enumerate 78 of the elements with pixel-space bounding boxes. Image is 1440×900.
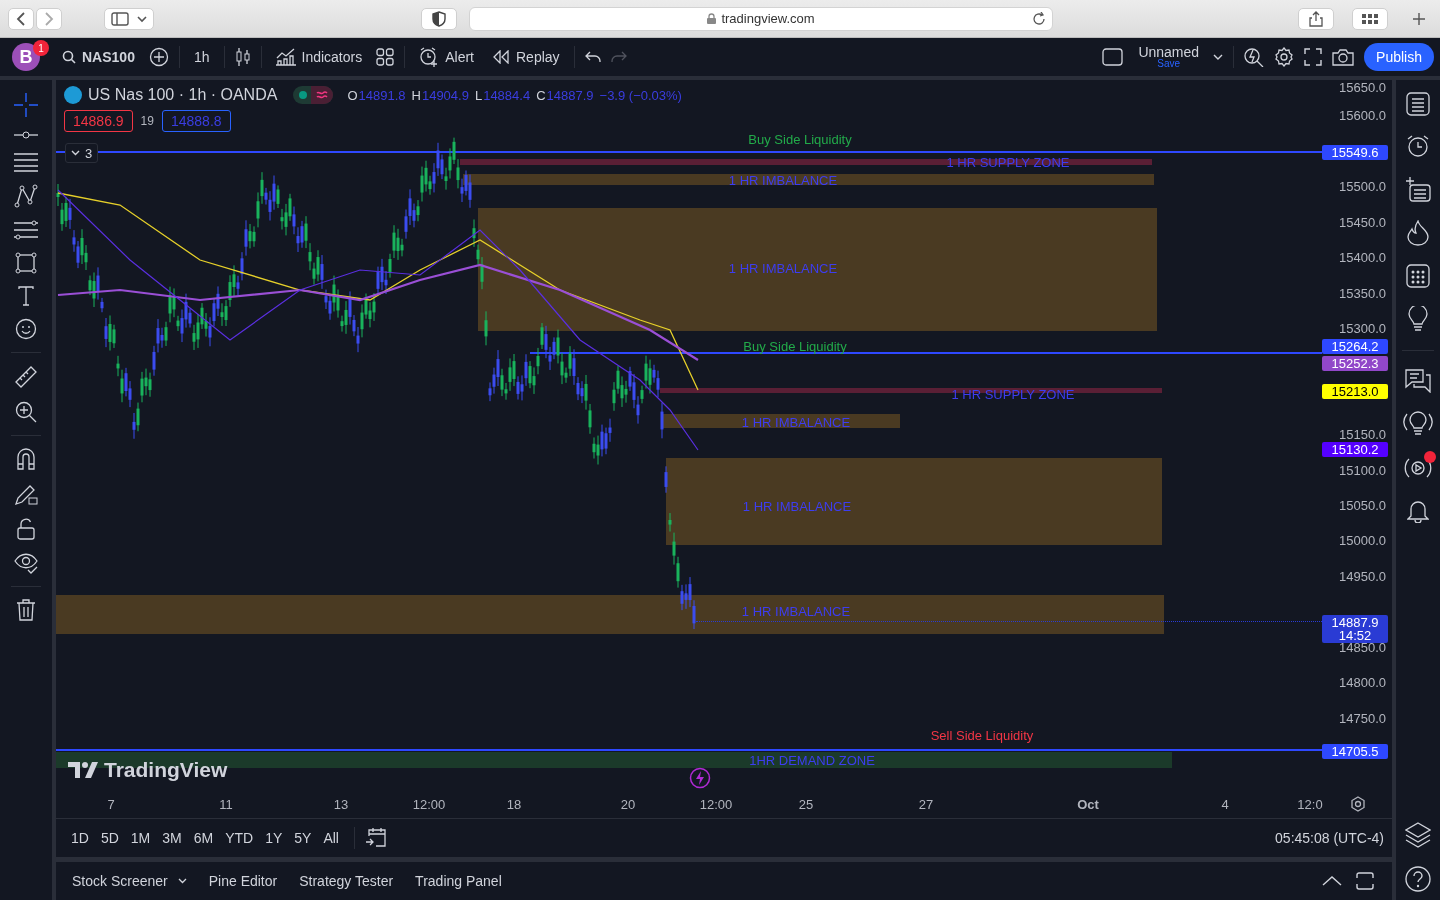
symbol-search[interactable]: NAS100 [58,49,139,65]
time-label: 4 [1221,797,1229,812]
price-label: 15300.0 [1339,320,1386,336]
time-label: 11 [219,797,233,812]
price-label: 15350.0 [1339,285,1386,301]
time-label: Oct [1077,797,1099,812]
panel-tab[interactable]: Trading Panel [411,873,506,889]
indicators-toggle[interactable]: 3 [65,143,99,163]
symbol-title[interactable]: US Nas 100 · 1h · OANDA [88,86,278,104]
price-label: 15000.0 [1339,533,1386,549]
zone-label: 1 HR IMBALANCE [728,260,838,276]
price-label: 15050.0 [1339,498,1386,514]
price-label: 14750.0 [1339,710,1386,726]
range-button[interactable]: YTD [220,830,259,846]
spread-value: 19 [140,114,154,128]
indicators-button[interactable]: Indicators [271,48,367,66]
address-bar[interactable]: tradingview.com [469,6,1053,31]
time-label: 25 [798,797,814,812]
ohlc-value: C14887.9 [536,87,594,103]
tradingview-watermark: TradingView [68,758,228,782]
ohlc-value: H 14904.9 [411,87,469,103]
ohlc-value: L14884.4 [474,87,531,103]
zone-label: Sell Side Liquidity [930,727,1034,743]
range-button[interactable]: 6M [188,830,219,846]
range-button[interactable]: All [318,830,344,846]
zone-label: Buy Side Liquidity [743,338,847,354]
ohlc-value: O14891.8 [347,87,406,103]
price-label: 14950.0 [1339,568,1386,584]
interval-button[interactable]: 1h [189,49,214,65]
range-button[interactable]: 5Y [289,830,317,846]
time-label: 7 [107,797,115,812]
price-tag: 14887.9 14:52 [1322,615,1388,643]
zone-label: 1 HR IMBALANCE [742,498,852,514]
range-button[interactable]: 1Y [260,830,288,846]
price-label: 15100.0 [1339,462,1386,478]
user-avatar[interactable]: B [12,43,40,71]
price-tag: 15252.3 [1322,356,1388,371]
zone-label: Buy Side Liquidity [748,131,852,147]
alert-button[interactable]: Alert [415,47,478,67]
range-button[interactable]: 3M [157,830,187,846]
price-tag: 15264.2 [1322,339,1388,354]
range-button[interactable]: 1D [66,830,94,846]
price-label: 15600.0 [1339,108,1386,124]
zone-label: 1 HR IMBALANCE [741,414,851,430]
notification-badge: 1 [33,40,49,56]
panel-tab[interactable]: Pine Editor [204,873,282,889]
time-label: 13 [333,797,349,812]
price-change: −3.9 (−0.03%) [599,87,682,103]
price-tag: 14705.5 [1322,744,1388,759]
time-label: 18 [506,797,522,812]
price-label: 15450.0 [1339,214,1386,230]
price-tag: 15130.2 [1322,442,1388,457]
price-label: 15150.0 [1339,427,1386,443]
range-button[interactable]: 5D [95,830,124,846]
price-label: 15500.0 [1339,179,1386,195]
range-button[interactable]: 1M [125,830,156,846]
panel-tab[interactable]: Strategy Tester [295,873,398,889]
price-label: 14800.0 [1339,675,1386,691]
replay-button[interactable]: Replay [488,49,564,65]
zone-label: 1HR DEMAND ZONE [749,752,875,768]
panel-tab[interactable]: Stock Screener [68,873,191,889]
zone-label: 1 HR SUPPLY ZONE [951,386,1075,402]
price-label: 15650.0 [1339,80,1386,95]
price-tag: 15213.0 [1322,384,1388,399]
time-label: 12:00 [699,797,733,812]
zone-label: 1 HR IMBALANCE [741,603,851,619]
time-label: 27 [918,797,934,812]
clock-text[interactable]: 05:45:08 (UTC-4) [1275,830,1384,846]
time-label: 12:0 [1297,797,1323,812]
price-label: 15400.0 [1339,250,1386,266]
zone-label: 1 HR SUPPLY ZONE [946,154,1070,170]
sell-price-button[interactable]: 14886.9 [64,110,133,132]
publish-button[interactable]: Publish [1364,43,1434,71]
time-label: 12:00 [412,797,446,812]
price-tag: 15549.6 [1322,145,1388,160]
layout-name-button[interactable]: Unnamed Save [1134,45,1204,69]
zone-label: 1 HR IMBALANCE [728,172,838,188]
time-label: 20 [620,797,636,812]
